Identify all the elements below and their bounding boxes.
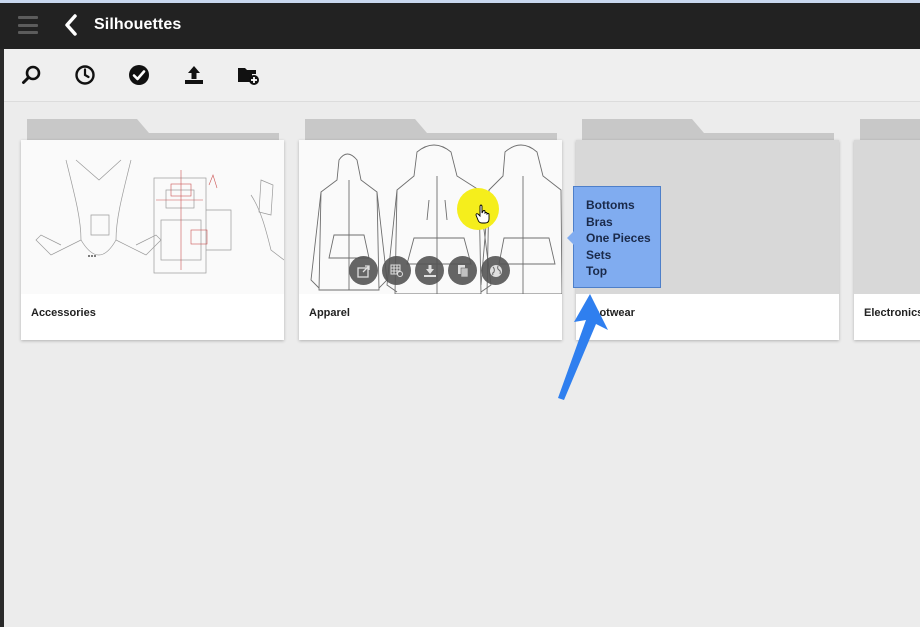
grid-search-icon[interactable] — [382, 256, 411, 285]
accessories-thumbnail — [21, 140, 284, 294]
folder-grid: Accessories Apparel Footwear Electronics — [4, 103, 920, 627]
annotation-arrow-icon — [558, 294, 608, 400]
popup-item-one-pieces[interactable]: One Pieces — [586, 230, 660, 247]
share-icon[interactable] — [349, 256, 378, 285]
back-chevron-icon[interactable] — [62, 13, 80, 37]
check-icon[interactable] — [127, 63, 151, 87]
app-window: Silhouettes Accessories Apparel Footwear… — [0, 0, 920, 627]
folder-card-body: Accessories — [21, 140, 284, 340]
add-folder-icon[interactable] — [236, 63, 260, 87]
popup-pointer — [567, 231, 574, 245]
popup-item-bras[interactable]: Bras — [586, 214, 660, 231]
hand-cursor-icon — [475, 204, 490, 224]
folder-label: Apparel — [309, 307, 350, 319]
upload-icon[interactable] — [182, 63, 206, 87]
hamburger-menu-icon[interactable] — [18, 16, 38, 34]
copy-icon[interactable] — [448, 256, 477, 285]
folder-tab — [860, 119, 920, 141]
quick-actions — [349, 256, 510, 285]
apparel-thumbnail — [299, 140, 562, 294]
page-title: Silhouettes — [94, 16, 182, 33]
folder-card-body: Apparel — [299, 140, 562, 340]
folder-tab — [305, 119, 557, 141]
toolbar — [4, 49, 920, 102]
folder-label: Electronics — [864, 307, 920, 319]
popup-item-bottoms[interactable]: Bottoms — [586, 197, 660, 214]
folder-tab — [582, 119, 834, 141]
search-icon[interactable] — [20, 63, 44, 87]
title-bar: Silhouettes — [0, 0, 920, 49]
subfolder-popup: Bottoms Bras One Pieces Sets Top — [567, 186, 661, 288]
popup-item-top[interactable]: Top — [586, 263, 660, 280]
electronics-thumbnail — [854, 140, 920, 294]
clock-icon[interactable] — [73, 63, 97, 87]
folder-card-body: Electronics — [854, 140, 920, 340]
folder-label: Accessories — [31, 307, 96, 319]
popup-item-sets[interactable]: Sets — [586, 247, 660, 264]
download-icon[interactable] — [415, 256, 444, 285]
folder-tab — [27, 119, 279, 141]
globe-icon[interactable] — [481, 256, 510, 285]
